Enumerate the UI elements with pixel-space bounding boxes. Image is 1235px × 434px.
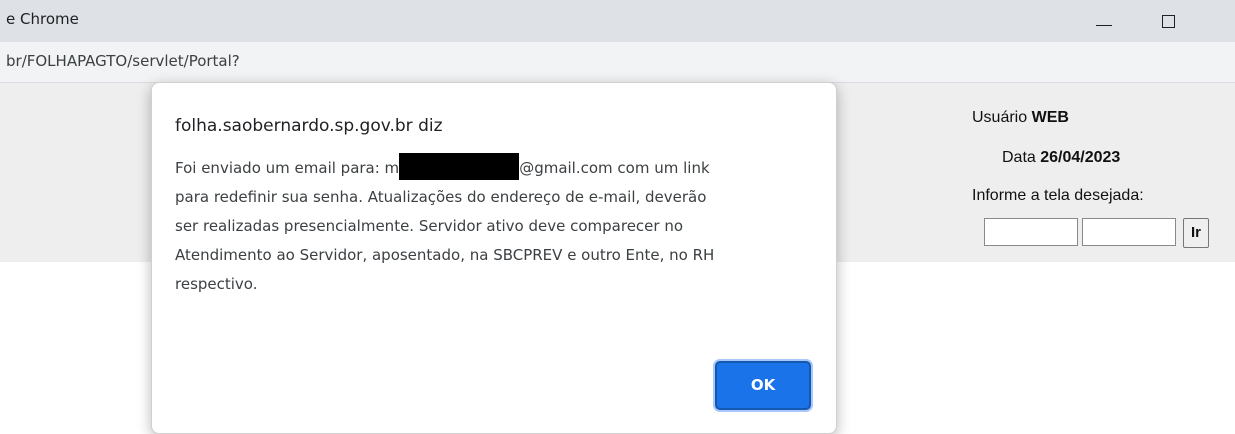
dialog-message-line-4: Atendimento ao Servidor, aposentado, na … [175, 246, 715, 264]
message-email-prefix: Foi enviado um email para: m [175, 159, 400, 177]
screen-prompt: Informe a tela desejada: [972, 187, 1144, 204]
address-bar[interactable]: br/FOLHAPAGTO/servlet/Portal? [0, 42, 1235, 83]
minimize-icon [1096, 25, 1112, 26]
message-email-suffix: @gmail.com com um link [519, 159, 710, 177]
user-info: Usuário WEB [972, 109, 1069, 127]
url-text[interactable]: br/FOLHAPAGTO/servlet/Portal? [6, 52, 240, 70]
window-title-bar: e Chrome [0, 0, 1235, 42]
dialog-message-line-1: Foi enviado um email para: m @gmail.com c… [175, 153, 825, 183]
dialog-message: Foi enviado um email para: m @gmail.com c… [175, 153, 825, 299]
dialog-message-line-5: respectivo. [175, 275, 258, 293]
alert-dialog: folha.saobernardo.sp.gov.br diz Foi envi… [151, 82, 837, 434]
maximize-icon [1162, 15, 1175, 28]
date-label: Data [1002, 149, 1036, 166]
dialog-message-line-2: para redefinir sua senha. Atualizações d… [175, 188, 707, 206]
window-title: e Chrome [6, 10, 79, 28]
redacted-block [399, 153, 520, 180]
go-button[interactable]: Ir [1183, 218, 1209, 248]
user-value: WEB [1031, 109, 1069, 126]
screen-code-input-1[interactable] [984, 218, 1078, 246]
dialog-message-line-3: ser realizadas presencialmente. Servidor… [175, 217, 684, 235]
screen-code-input-2[interactable] [1082, 218, 1176, 246]
ok-button[interactable]: OK [715, 361, 811, 410]
dialog-title: folha.saobernardo.sp.gov.br diz [175, 116, 443, 136]
user-label: Usuário [972, 109, 1028, 126]
date-info: Data 26/04/2023 [1002, 149, 1120, 167]
maximize-button[interactable] [1146, 4, 1192, 38]
minimize-button[interactable] [1081, 4, 1127, 38]
date-value: 26/04/2023 [1040, 149, 1121, 166]
